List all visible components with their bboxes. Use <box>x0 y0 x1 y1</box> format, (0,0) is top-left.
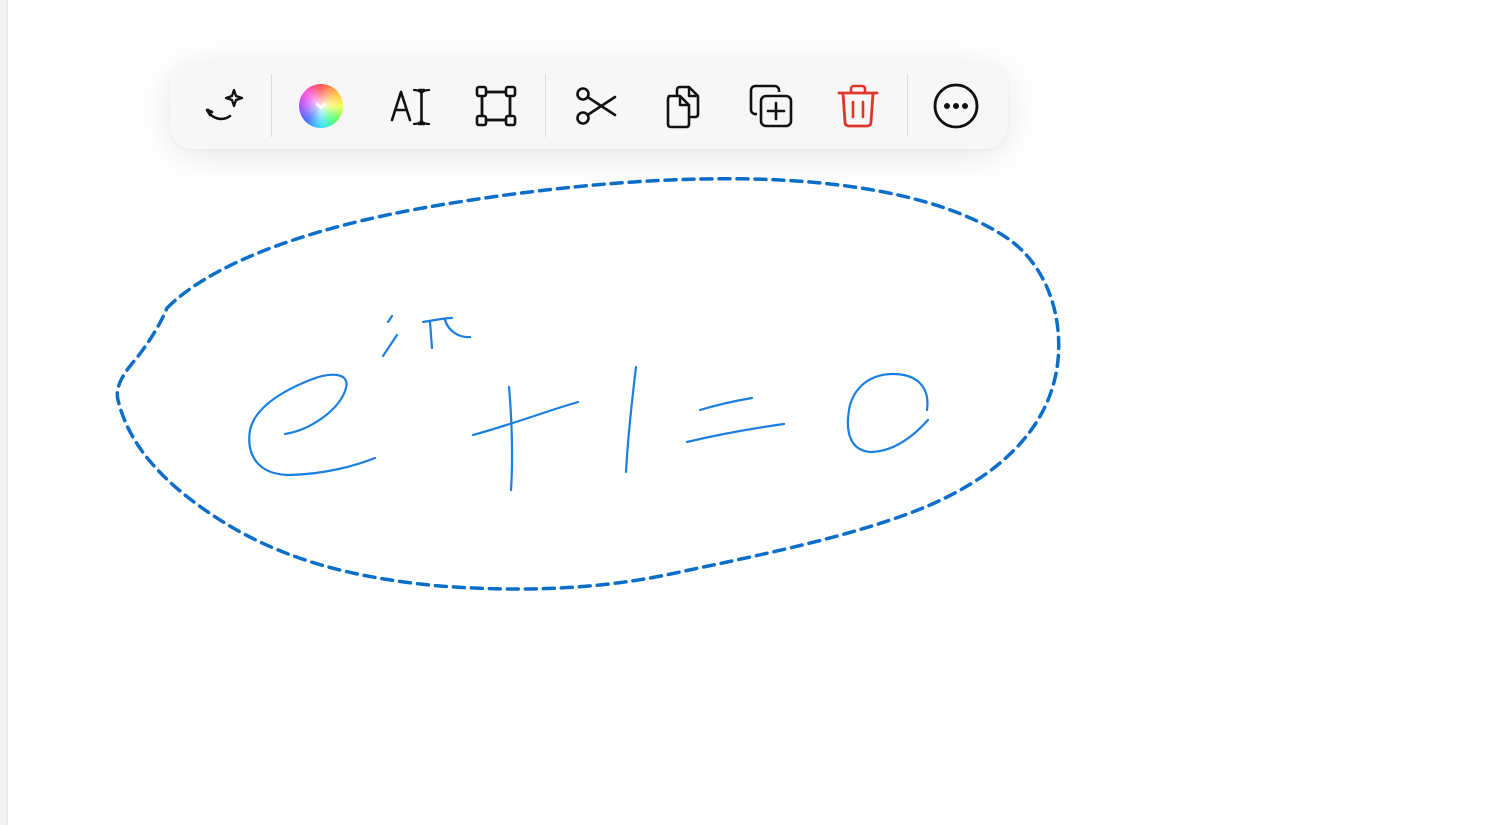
color-wheel-icon <box>299 84 343 128</box>
lasso-selection[interactable] <box>115 176 1061 591</box>
delete-button[interactable] <box>834 82 882 130</box>
toolbar-separator <box>271 74 272 137</box>
convert-to-text-button[interactable] <box>386 82 434 130</box>
cut-button[interactable] <box>571 82 619 130</box>
math-assist-icon <box>205 88 244 121</box>
stroke-plus-h <box>471 400 580 437</box>
more-button[interactable] <box>932 82 980 130</box>
duplicate-icon <box>749 84 793 128</box>
stroke-plus-v <box>507 385 514 492</box>
stroke-i-dot <box>386 314 394 324</box>
toolbar-separator <box>545 74 546 137</box>
selection-toolbar <box>170 62 1008 149</box>
math-assist-button[interactable] <box>200 82 248 130</box>
chevron-down-icon <box>315 102 327 110</box>
stroke-eq-top <box>698 396 754 412</box>
delete-icon <box>837 84 879 128</box>
duplicate-button[interactable] <box>747 82 795 130</box>
cut-icon <box>576 87 617 125</box>
transform-button[interactable] <box>472 82 520 130</box>
stroke-e <box>248 373 377 477</box>
stroke-i <box>381 333 399 358</box>
more-icon <box>933 83 979 129</box>
stroke-pi-left <box>428 320 434 350</box>
color-picker-button[interactable] <box>297 82 345 130</box>
transform-icon <box>475 85 517 127</box>
stroke-one <box>624 365 638 474</box>
stroke-zero <box>846 372 930 454</box>
convert-to-text-icon <box>390 88 431 126</box>
stroke-pi-top <box>421 316 454 324</box>
handwriting[interactable] <box>248 314 930 492</box>
stroke-eq-bottom <box>685 422 786 444</box>
copy-icon <box>666 85 700 129</box>
copy-button[interactable] <box>659 82 707 130</box>
stroke-pi-right <box>443 318 472 339</box>
toolbar-separator <box>907 74 908 137</box>
